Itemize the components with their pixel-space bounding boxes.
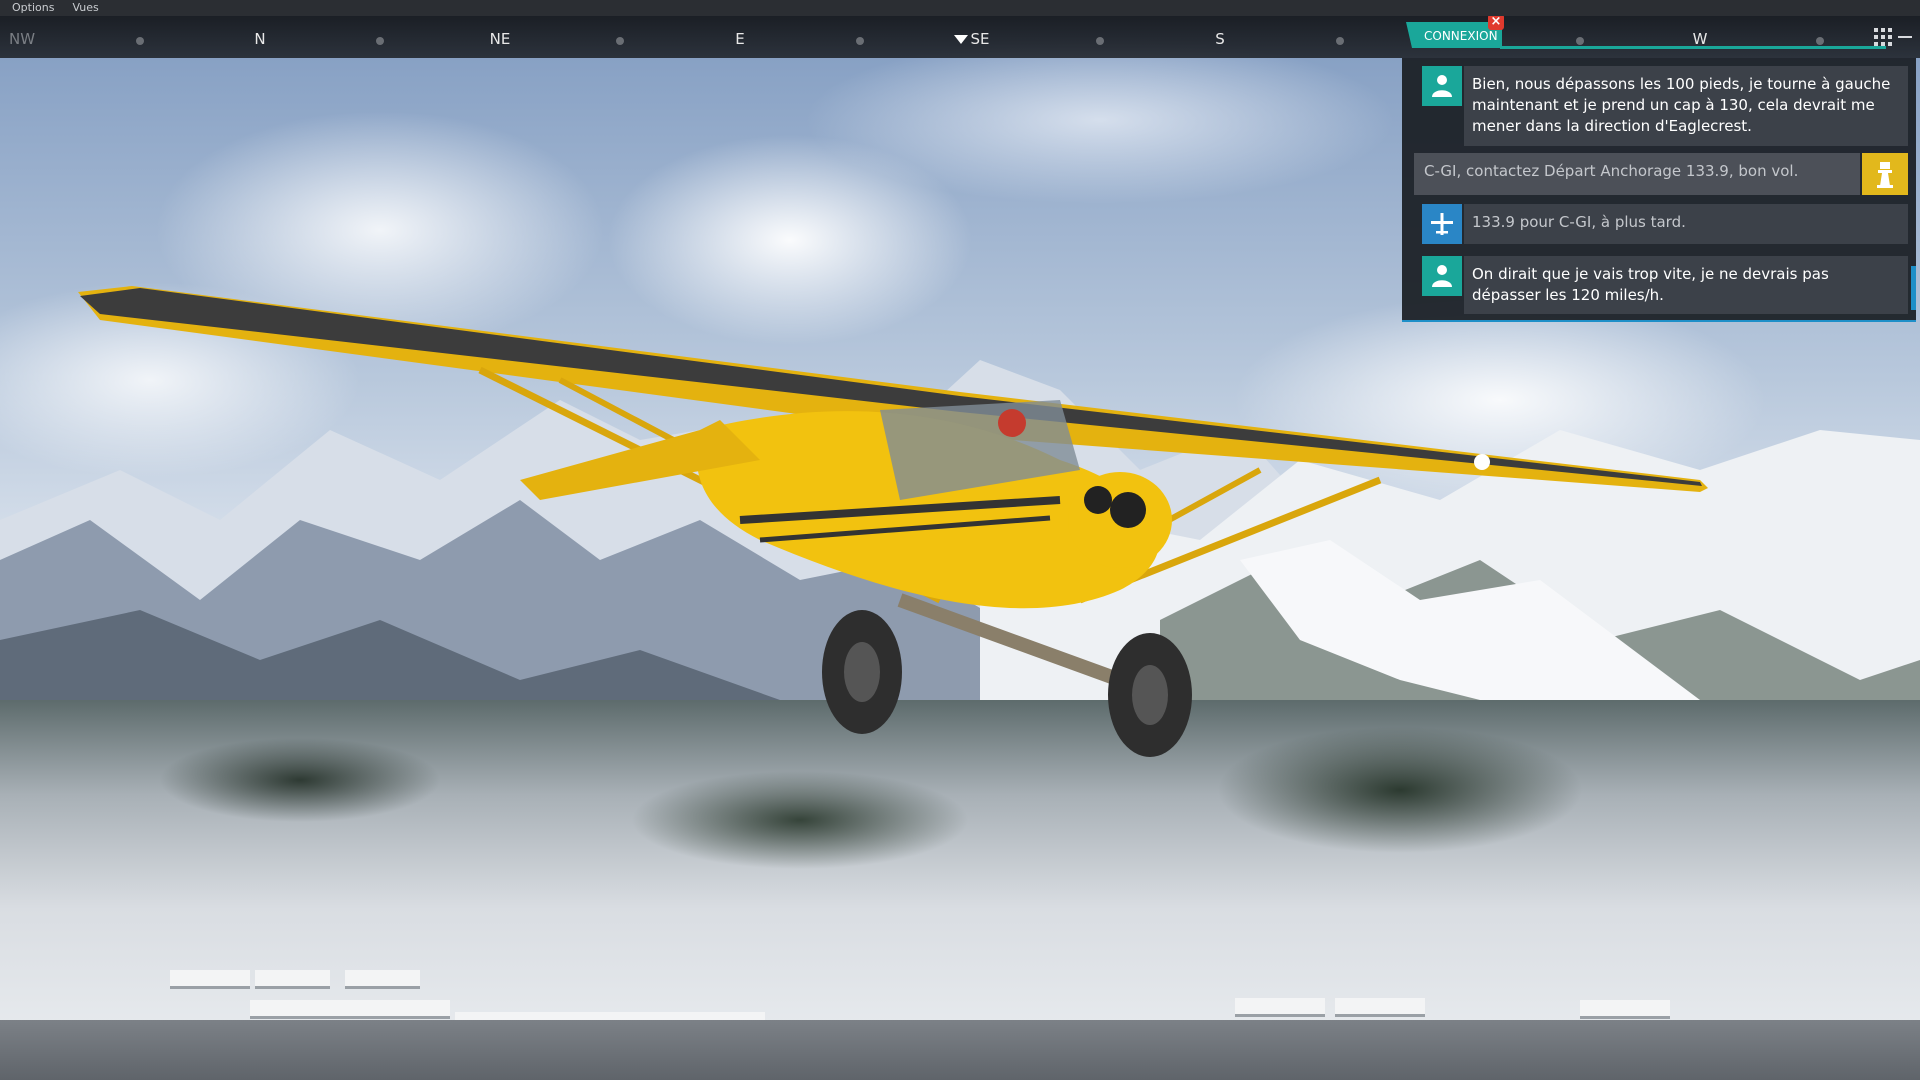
- tab-underline: [1500, 46, 1886, 49]
- atc-message: 133.9 pour C-GI, à plus tard.: [1414, 204, 1908, 244]
- compass-label-ne: NE: [489, 30, 511, 48]
- atc-message: On dirait que je vais trop vite, je ne d…: [1414, 256, 1908, 314]
- compass-tick: [616, 37, 624, 45]
- control-tower-icon: [1862, 153, 1908, 195]
- down-triangle-icon: [954, 35, 968, 44]
- message-text: On dirait que je vais trop vite, je ne d…: [1464, 256, 1908, 314]
- compass-tick: [1336, 37, 1344, 45]
- top-menu-bar: Options Vues: [0, 0, 1920, 16]
- atc-conversation-panel: Bien, nous dépassons les 100 pieds, je t…: [1402, 58, 1916, 322]
- compass-tick: [136, 37, 144, 45]
- person-icon: [1422, 256, 1462, 296]
- grid-icon[interactable]: [1874, 28, 1892, 46]
- compass-label-n: N: [254, 30, 266, 48]
- compass-label-s: S: [1215, 30, 1225, 48]
- compass-tick: [1576, 37, 1584, 45]
- compass-tick: [376, 37, 384, 45]
- compass-tick: [1816, 37, 1824, 45]
- person-icon: [1422, 66, 1462, 106]
- message-text: C-GI, contactez Départ Anchorage 133.9, …: [1414, 153, 1860, 195]
- atc-message: C-GI, contactez Départ Anchorage 133.9, …: [1414, 153, 1908, 195]
- compass-tick: [856, 37, 864, 45]
- message-text: 133.9 pour C-GI, à plus tard.: [1464, 204, 1908, 244]
- atc-message: Bien, nous dépassons les 100 pieds, je t…: [1414, 66, 1908, 146]
- airplane-icon: [1422, 204, 1462, 244]
- menu-options[interactable]: Options: [0, 0, 60, 16]
- menu-vues[interactable]: Vues: [60, 0, 104, 16]
- close-icon[interactable]: ×: [1488, 14, 1504, 30]
- compass-bar: NW N NE E SE S W: [0, 16, 1920, 58]
- compass-label-nw: NW: [8, 30, 36, 48]
- scrollbar[interactable]: [1911, 266, 1916, 310]
- compass-label-se: SE: [970, 30, 990, 48]
- compass-tick: [1096, 37, 1104, 45]
- compass-label-e: E: [735, 30, 745, 48]
- minimize-icon[interactable]: [1898, 36, 1912, 38]
- message-text: Bien, nous dépassons les 100 pieds, je t…: [1464, 66, 1908, 146]
